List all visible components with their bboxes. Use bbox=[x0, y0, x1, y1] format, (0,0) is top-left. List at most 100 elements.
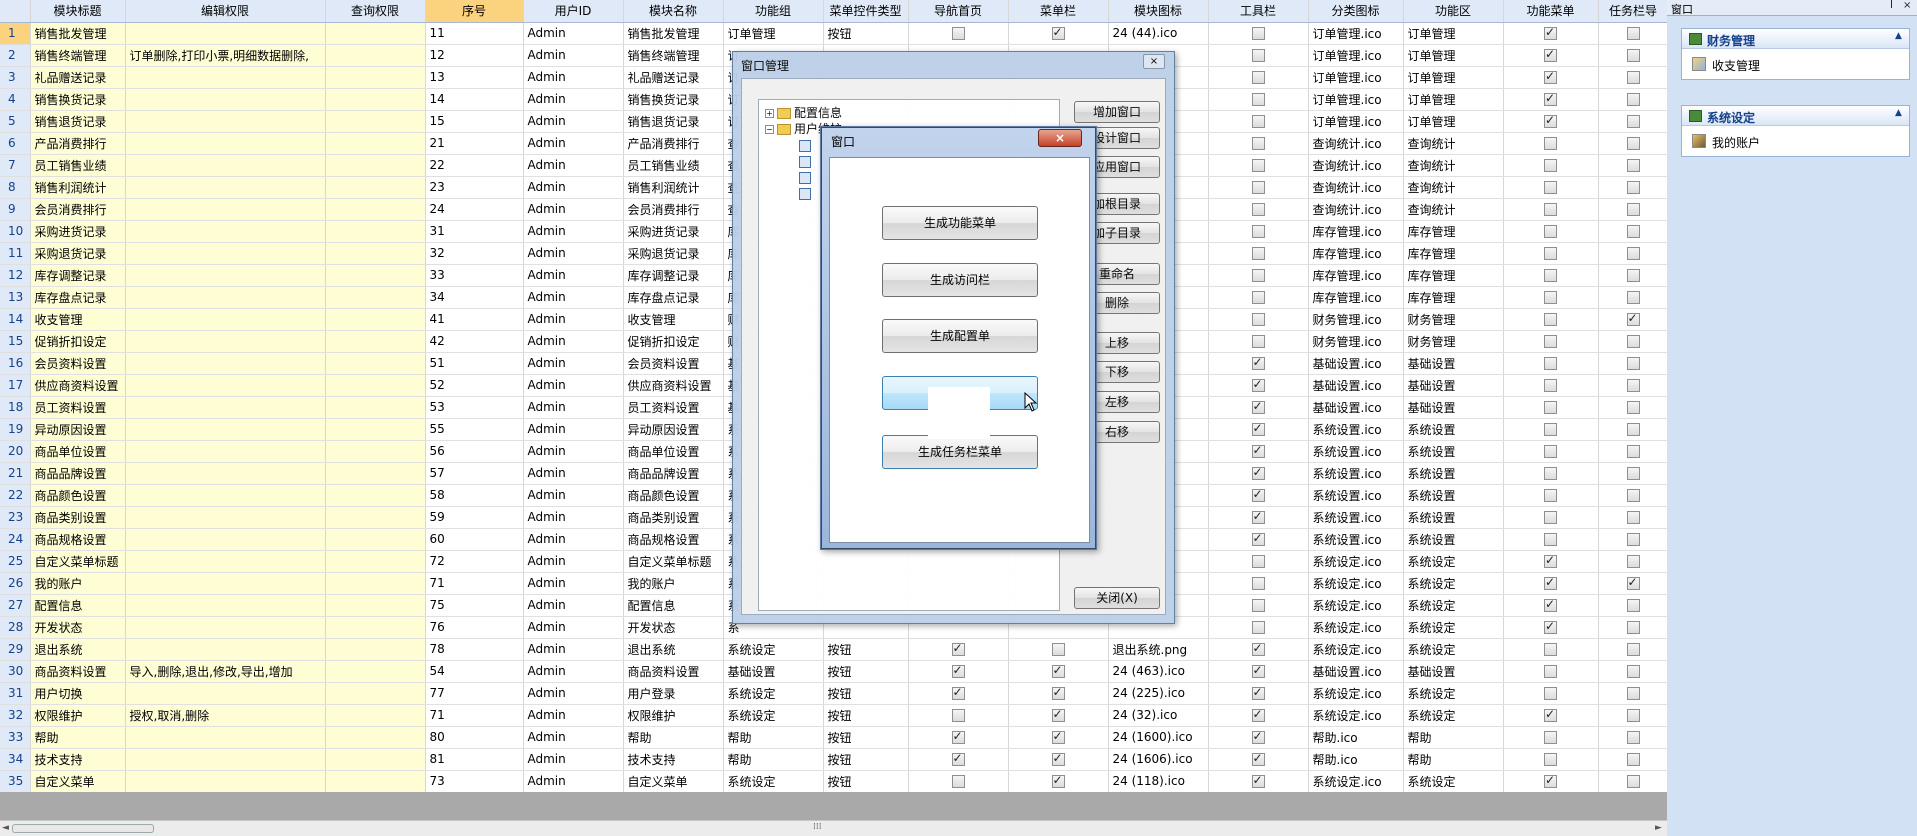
cell-12[interactable] bbox=[1208, 198, 1309, 221]
checkbox[interactable] bbox=[1251, 663, 1265, 678]
cell-13[interactable]: 库存管理.ico bbox=[1308, 264, 1404, 287]
cell-4[interactable]: 15 bbox=[425, 110, 524, 133]
cell-7[interactable]: 基础设置 bbox=[723, 660, 824, 683]
cell-15[interactable] bbox=[1503, 682, 1599, 705]
cell-2[interactable] bbox=[125, 242, 326, 265]
cell-11[interactable]: 24 (463).ico bbox=[1108, 660, 1209, 683]
cell-12[interactable] bbox=[1208, 22, 1309, 45]
cell-8[interactable]: 按钮 bbox=[823, 660, 909, 683]
column-header[interactable]: 导航首页 bbox=[908, 0, 1009, 23]
cell-13[interactable]: 系统设置.ico bbox=[1308, 506, 1404, 529]
column-header[interactable]: 功能菜单 bbox=[1503, 0, 1599, 23]
cell-5[interactable]: Admin bbox=[523, 660, 624, 683]
cell-8[interactable]: 按钮 bbox=[823, 704, 909, 727]
cell-9[interactable] bbox=[908, 726, 1009, 749]
cell-3[interactable] bbox=[325, 88, 426, 111]
checkbox[interactable] bbox=[1051, 685, 1065, 700]
cell-4[interactable]: 14 bbox=[425, 88, 524, 111]
cell-16[interactable] bbox=[1598, 88, 1667, 111]
cell-6[interactable]: 异动原因设置 bbox=[623, 418, 724, 441]
cell-1[interactable]: 礼品赠送记录 bbox=[30, 66, 126, 89]
checkbox[interactable] bbox=[1626, 709, 1640, 722]
expand-icon[interactable]: + bbox=[765, 109, 774, 118]
cell-6[interactable]: 销售退货记录 bbox=[623, 110, 724, 133]
cell-2[interactable]: 订单删除,打印小票,明细数据删除, bbox=[125, 44, 326, 67]
cell-1[interactable]: 商品单位设置 bbox=[30, 440, 126, 463]
cell-12[interactable] bbox=[1208, 132, 1309, 155]
cell-13[interactable]: 订单管理.ico bbox=[1308, 66, 1404, 89]
checkbox[interactable] bbox=[1251, 49, 1265, 62]
checkbox[interactable] bbox=[1544, 269, 1557, 282]
cell-3[interactable] bbox=[325, 176, 426, 199]
cell-14[interactable]: 系统设定 bbox=[1403, 638, 1504, 661]
cell-10[interactable] bbox=[1008, 682, 1109, 705]
cell-4[interactable]: 54 bbox=[425, 660, 524, 683]
table-row[interactable]: 29退出系统78Admin退出系统系统设定按钮退出系统.png系统设定.ico系… bbox=[0, 638, 1667, 661]
cell-14[interactable]: 系统设置 bbox=[1403, 440, 1504, 463]
cell-2[interactable] bbox=[125, 440, 326, 463]
cell-3[interactable] bbox=[325, 550, 426, 573]
cell-3[interactable] bbox=[325, 704, 426, 727]
cell-15[interactable] bbox=[1503, 66, 1599, 89]
checkbox[interactable] bbox=[1051, 25, 1065, 40]
cell-4[interactable]: 58 bbox=[425, 484, 524, 507]
cell-15[interactable] bbox=[1503, 748, 1599, 771]
cell-12[interactable] bbox=[1208, 528, 1309, 551]
checkbox[interactable] bbox=[1251, 355, 1265, 370]
cell-4[interactable]: 53 bbox=[425, 396, 524, 419]
cell-5[interactable]: Admin bbox=[523, 308, 624, 331]
cell-12[interactable] bbox=[1208, 506, 1309, 529]
cell-14[interactable]: 财务管理 bbox=[1403, 308, 1504, 331]
cell-15[interactable] bbox=[1503, 396, 1599, 419]
cell-1[interactable]: 配置信息 bbox=[30, 594, 126, 617]
checkbox[interactable] bbox=[1626, 115, 1640, 128]
cell-13[interactable]: 基础设置.ico bbox=[1308, 660, 1404, 683]
checkbox[interactable] bbox=[1626, 533, 1640, 546]
cell-5[interactable]: Admin bbox=[523, 286, 624, 309]
cell-15[interactable] bbox=[1503, 374, 1599, 397]
cell-12[interactable] bbox=[1208, 704, 1309, 727]
cell-1[interactable]: 销售退货记录 bbox=[30, 110, 126, 133]
cell-2[interactable] bbox=[125, 132, 326, 155]
cell-15[interactable] bbox=[1503, 286, 1599, 309]
cell-14[interactable]: 基础设置 bbox=[1403, 660, 1504, 683]
cell-1[interactable]: 采购进货记录 bbox=[30, 220, 126, 243]
cell-13[interactable]: 系统设定.ico bbox=[1308, 616, 1404, 639]
cell-5[interactable]: Admin bbox=[523, 638, 624, 661]
cell-13[interactable]: 订单管理.ico bbox=[1308, 110, 1404, 133]
cell-4[interactable]: 41 bbox=[425, 308, 524, 331]
cell-1[interactable]: 帮助 bbox=[30, 726, 126, 749]
cell-12[interactable] bbox=[1208, 594, 1309, 617]
cell-16[interactable] bbox=[1598, 330, 1667, 353]
cell-2[interactable] bbox=[125, 396, 326, 419]
add-window-button[interactable]: 增加窗口 bbox=[1074, 101, 1160, 123]
cell-16[interactable] bbox=[1598, 198, 1667, 221]
scroll-right-arrow-icon[interactable]: ► bbox=[1655, 823, 1662, 833]
cell-12[interactable] bbox=[1208, 352, 1309, 375]
cell-15[interactable] bbox=[1503, 770, 1599, 793]
cell-3[interactable] bbox=[325, 198, 426, 221]
cell-6[interactable]: 采购进货记录 bbox=[623, 220, 724, 243]
cell-9[interactable] bbox=[908, 682, 1009, 705]
collapse-arrow-icon[interactable]: ▲ bbox=[1895, 31, 1902, 41]
checkbox[interactable] bbox=[1251, 313, 1265, 326]
cell-13[interactable]: 系统设定.ico bbox=[1308, 550, 1404, 573]
cell-13[interactable]: 订单管理.ico bbox=[1308, 44, 1404, 67]
cell-3[interactable] bbox=[325, 418, 426, 441]
checkbox[interactable] bbox=[1544, 47, 1557, 62]
cell-5[interactable]: Admin bbox=[523, 528, 624, 551]
checkbox[interactable] bbox=[1626, 555, 1640, 568]
column-header[interactable]: 模块图标 bbox=[1108, 0, 1209, 23]
checkbox[interactable] bbox=[1251, 443, 1265, 458]
cell-15[interactable] bbox=[1503, 462, 1599, 485]
cell-6[interactable]: 用户登录 bbox=[623, 682, 724, 705]
checkbox[interactable] bbox=[1544, 69, 1557, 84]
cell-6[interactable]: 帮助 bbox=[623, 726, 724, 749]
cell-2[interactable] bbox=[125, 286, 326, 309]
cell-15[interactable] bbox=[1503, 594, 1599, 617]
cell-4[interactable]: 77 bbox=[425, 682, 524, 705]
tree-leaf[interactable] bbox=[799, 154, 811, 168]
cell-3[interactable] bbox=[325, 748, 426, 771]
cell-2[interactable] bbox=[125, 726, 326, 749]
cell-15[interactable] bbox=[1503, 22, 1599, 45]
